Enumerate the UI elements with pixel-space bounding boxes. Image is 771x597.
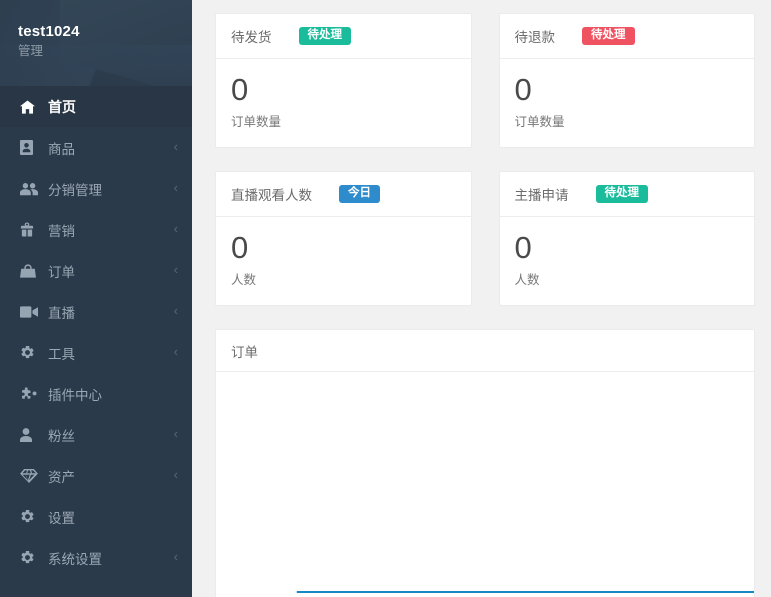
stat-card-pending-refund[interactable]: 待退款 待处理 0 订单数量 xyxy=(498,13,755,148)
main-content: 待发货 待处理 0 订单数量 待退款 待处理 0 订单数量 直播观看人数 今日 … xyxy=(192,0,771,597)
plugin-icon xyxy=(20,386,39,401)
sidebar-nav: 首页 商品 ‹ 分销管理 ‹ 营销 ‹ 订单 ‹ 直播 ‹ 工具 ‹ 插件中心 … xyxy=(0,86,192,578)
stat-card-title: 主播申请 xyxy=(514,188,569,203)
brand-subtitle: 管理 xyxy=(18,44,44,58)
sidebar-item-orders[interactable]: 订单 ‹ xyxy=(0,250,192,291)
order-chart-panel: 订单 xyxy=(215,329,755,597)
sidebar-item-label: 订单 xyxy=(48,264,75,280)
bag-icon xyxy=(20,263,39,278)
stat-card-header: 主播申请 待处理 xyxy=(499,172,754,217)
chevron-left-icon: ‹ xyxy=(173,303,178,318)
chevron-left-icon: ‹ xyxy=(173,549,178,564)
sidebar-item-label: 分销管理 xyxy=(48,182,102,198)
chevron-left-icon: ‹ xyxy=(173,344,178,359)
sidebar-item-label: 工具 xyxy=(48,346,75,362)
sidebar: test1024 管理 首页 商品 ‹ 分销管理 ‹ 营销 ‹ 订单 ‹ 直播 … xyxy=(0,0,192,597)
sidebar-item-tools[interactable]: 工具 ‹ xyxy=(0,332,192,373)
sidebar-item-fans[interactable]: 粉丝 ‹ xyxy=(0,414,192,455)
sidebar-item-label: 粉丝 xyxy=(48,428,75,444)
sidebar-item-live[interactable]: 直播 ‹ xyxy=(0,291,192,332)
sidebar-item-label: 首页 xyxy=(48,98,76,115)
diamond-icon xyxy=(20,468,39,483)
sidebar-item-label: 系统设置 xyxy=(48,551,102,567)
order-line-chart[interactable] xyxy=(216,372,754,597)
stat-card-header: 待发货 待处理 xyxy=(216,14,471,59)
stat-card-live-viewers[interactable]: 直播观看人数 今日 0 人数 xyxy=(215,171,472,306)
sidebar-item-assets[interactable]: 资产 ‹ xyxy=(0,455,192,496)
gear-icon xyxy=(20,550,39,565)
stat-card-title: 待退款 xyxy=(514,30,556,45)
stat-card-body: 0 人数 xyxy=(500,217,755,305)
admin-dashboard: test1024 管理 首页 商品 ‹ 分销管理 ‹ 营销 ‹ 订单 ‹ 直播 … xyxy=(0,0,771,597)
stat-card-body: 0 订单数量 xyxy=(216,59,471,147)
users-icon xyxy=(20,182,39,196)
gear-icon xyxy=(20,345,39,360)
chevron-left-icon: ‹ xyxy=(173,139,178,154)
status-badge: 待处理 xyxy=(582,26,635,46)
sidebar-item-settings[interactable]: 设置 xyxy=(0,496,192,537)
panel-title: 订单 xyxy=(231,344,258,360)
gear-icon xyxy=(20,509,39,524)
sidebar-item-product[interactable]: 商品 ‹ xyxy=(0,127,192,168)
stat-card-header: 直播观看人数 今日 xyxy=(216,172,471,217)
stat-card-body: 0 人数 xyxy=(216,217,471,305)
sidebar-item-home[interactable]: 首页 xyxy=(0,86,192,127)
brand-title: test1024 xyxy=(18,23,80,40)
stat-card-title: 直播观看人数 xyxy=(231,188,312,203)
stat-label: 人数 xyxy=(514,273,540,287)
sidebar-item-label: 商品 xyxy=(48,141,75,157)
sidebar-item-label: 营销 xyxy=(48,223,75,239)
order-chart-body xyxy=(216,372,754,597)
status-badge: 待处理 xyxy=(298,26,351,46)
brand: test1024 管理 xyxy=(0,0,192,60)
order-chart-svg xyxy=(216,372,754,597)
video-icon xyxy=(20,305,39,318)
gift-icon xyxy=(20,222,39,237)
sidebar-item-label: 直播 xyxy=(48,305,75,321)
sidebar-item-distribution[interactable]: 分销管理 ‹ xyxy=(0,168,192,209)
stat-label: 订单数量 xyxy=(514,115,565,129)
stat-card-anchor-applications[interactable]: 主播申请 待处理 0 人数 xyxy=(498,171,755,306)
stat-value: 0 xyxy=(231,72,249,107)
order-chart-header: 订单 xyxy=(216,330,754,372)
status-badge: 今日 xyxy=(339,184,380,204)
stat-value: 0 xyxy=(514,72,532,107)
sidebar-item-label: 资产 xyxy=(48,469,75,485)
stat-card-body: 0 订单数量 xyxy=(500,59,755,147)
stat-label: 人数 xyxy=(231,273,257,287)
sidebar-item-label: 插件中心 xyxy=(48,387,102,403)
stat-card-header: 待退款 待处理 xyxy=(499,14,754,59)
product-icon xyxy=(20,140,39,155)
sidebar-item-marketing[interactable]: 营销 ‹ xyxy=(0,209,192,250)
chevron-left-icon: ‹ xyxy=(173,262,178,277)
chevron-left-icon: ‹ xyxy=(173,426,178,441)
stat-card-title: 待发货 xyxy=(231,30,272,45)
stat-value: 0 xyxy=(231,230,249,265)
stat-value: 0 xyxy=(514,230,532,265)
sidebar-item-label: 设置 xyxy=(48,510,75,526)
chevron-left-icon: ‹ xyxy=(173,467,178,482)
user-icon xyxy=(20,427,39,442)
chevron-left-icon: ‹ xyxy=(173,221,178,236)
stat-card-pending-shipment[interactable]: 待发货 待处理 0 订单数量 xyxy=(215,13,472,148)
stat-row-top: 待发货 待处理 0 订单数量 待退款 待处理 0 订单数量 xyxy=(215,13,755,148)
home-icon xyxy=(20,99,39,114)
sidebar-item-plugin-center[interactable]: 插件中心 xyxy=(0,373,192,414)
stat-label: 订单数量 xyxy=(231,115,282,129)
sidebar-item-system-settings[interactable]: 系统设置 ‹ xyxy=(0,537,192,578)
status-badge: 待处理 xyxy=(595,184,648,204)
chevron-left-icon: ‹ xyxy=(173,180,178,195)
stat-row-bottom: 直播观看人数 今日 0 人数 主播申请 待处理 0 人数 xyxy=(215,171,755,306)
